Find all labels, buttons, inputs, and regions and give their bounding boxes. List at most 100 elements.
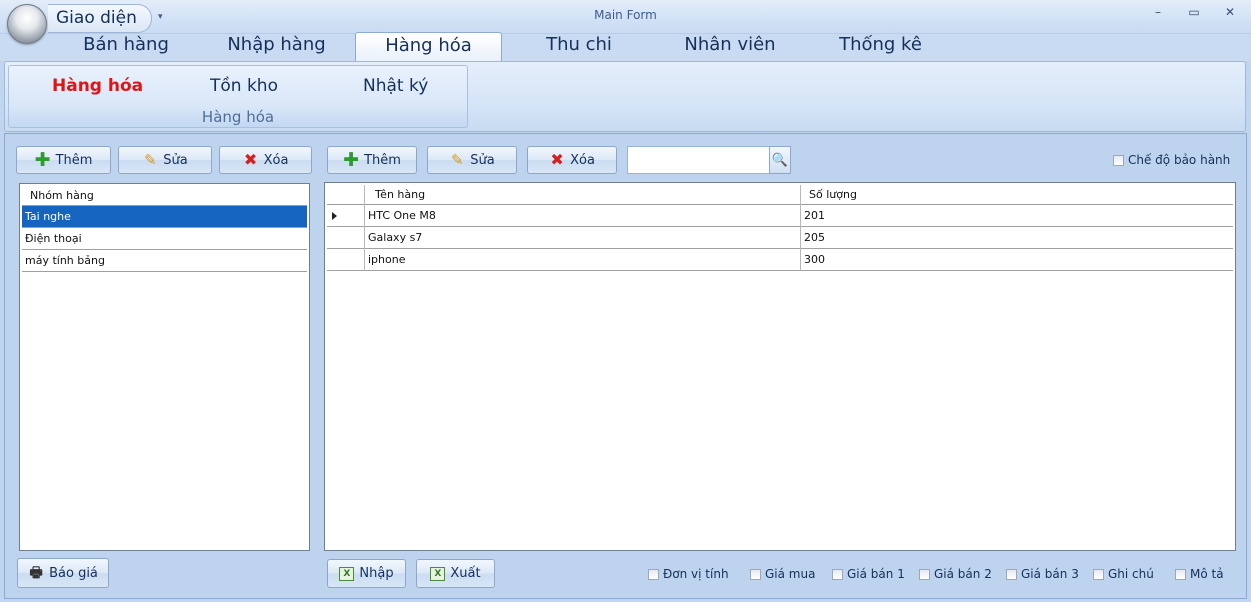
checkbox-box[interactable] xyxy=(1113,154,1124,166)
products-grid-header: Tên hàng Số lượng xyxy=(327,185,1233,205)
toggle-label: Giá bán 2 xyxy=(934,567,992,581)
group-name: Tai nghe xyxy=(25,210,71,223)
table-row[interactable]: iphone 300 xyxy=(327,249,1233,271)
warranty-mode-label: Chế độ bảo hành xyxy=(1128,153,1231,167)
toggle-label: Mô tả xyxy=(1190,567,1224,581)
toggle-gia-mua[interactable]: Giá mua xyxy=(750,567,815,581)
row-header[interactable] xyxy=(327,205,365,227)
table-row[interactable]: HTC One M8 201 xyxy=(327,205,1233,227)
ribbon-button-ton-kho[interactable]: Tồn kho xyxy=(210,76,278,96)
checkbox-box[interactable] xyxy=(919,568,930,580)
group-name: máy tính bảng xyxy=(25,254,105,267)
table-row[interactable]: Galaxy s7 205 xyxy=(327,227,1233,249)
toggle-ghi-chu[interactable]: Ghi chú xyxy=(1093,567,1154,581)
search-icon: 🔍 xyxy=(771,152,789,168)
row-header[interactable] xyxy=(327,249,365,271)
column-header-so-luong[interactable]: Số lượng xyxy=(801,185,1233,205)
toggle-mo-ta[interactable]: Mô tả xyxy=(1175,567,1224,581)
printer-icon: 🖶 xyxy=(29,565,43,581)
search-input[interactable] xyxy=(627,146,770,174)
ribbon-panel: Hàng hóa Tồn kho Nhật ký Hàng hóa xyxy=(4,61,1246,132)
checkbox-box[interactable] xyxy=(1175,568,1186,580)
add-group-button[interactable]: ✚ Thêm xyxy=(16,146,111,174)
edit-group-label: Sửa xyxy=(163,152,188,168)
tab-nhan-vien[interactable]: Nhân viên xyxy=(665,32,795,61)
ribbon-group-label: Hàng hóa xyxy=(201,108,275,126)
toggle-label: Đơn vị tính xyxy=(663,567,729,581)
edit-product-label: Sửa xyxy=(470,152,495,168)
column-header-ten-hang[interactable]: Tên hàng xyxy=(365,185,801,205)
export-label: Xuất xyxy=(450,566,481,581)
ribbon-tabs: Bán hàng Nhập hàng Hàng hóa Thu chi Nhân… xyxy=(0,32,1251,61)
quote-label: Báo giá xyxy=(49,565,98,581)
cell-so-luong[interactable]: 205 xyxy=(801,227,1233,249)
cell-ten-hang[interactable]: iphone xyxy=(365,249,801,271)
checkbox-box[interactable] xyxy=(1093,568,1104,580)
main-content: ✚ Thêm ✎ Sửa ✖ Xóa ✚ Thêm ✎ Sửa ✖ Xóa 🔍 … xyxy=(4,133,1247,599)
warranty-mode-checkbox[interactable]: Chế độ bảo hành xyxy=(1113,153,1230,167)
cell-ten-hang[interactable]: Galaxy s7 xyxy=(365,227,801,249)
toggle-don-vi-tinh[interactable]: Đơn vị tính xyxy=(648,567,729,581)
import-label: Nhập xyxy=(359,566,394,581)
search-button[interactable]: 🔍 xyxy=(769,146,791,174)
maximize-button[interactable]: ▭ xyxy=(1187,5,1201,19)
toggle-label: Giá mua xyxy=(765,567,816,581)
window-title: Main Form xyxy=(594,8,657,22)
application-orb-button[interactable] xyxy=(7,4,47,44)
toggle-label: Giá bán 3 xyxy=(1021,567,1079,581)
checkbox-box[interactable] xyxy=(832,568,843,580)
edit-product-button[interactable]: ✎ Sửa xyxy=(427,146,517,174)
delete-group-label: Xóa xyxy=(263,152,289,168)
list-item[interactable]: máy tính bảng xyxy=(22,250,307,272)
pencil-icon: ✎ xyxy=(143,151,157,169)
toggle-label: Giá bán 1 xyxy=(847,567,905,581)
delete-product-button[interactable]: ✖ Xóa xyxy=(527,146,617,174)
checkbox-box[interactable] xyxy=(1006,568,1017,580)
group-name: Điện thoại xyxy=(25,232,82,245)
import-button[interactable]: X Nhập xyxy=(327,559,406,588)
add-product-label: Thêm xyxy=(364,152,401,168)
close-button[interactable]: ✕ xyxy=(1223,5,1237,19)
checkbox-box[interactable] xyxy=(750,568,761,580)
delete-x-icon: ✖ xyxy=(243,150,258,169)
window-controls: – ▭ ✕ xyxy=(1151,5,1237,19)
delete-x-icon: ✖ xyxy=(550,150,564,169)
groups-grid-header: Nhóm hàng xyxy=(22,186,307,206)
ribbon-button-hang-hoa[interactable]: Hàng hóa xyxy=(52,76,143,96)
ribbon-group-hang-hoa: Hàng hóa Tồn kho Nhật ký Hàng hóa xyxy=(8,65,468,128)
column-header-nhom-hang[interactable]: Nhóm hàng xyxy=(22,186,307,206)
tab-thong-ke[interactable]: Thống kê xyxy=(818,32,943,61)
row-header[interactable] xyxy=(327,227,365,249)
ribbon-button-nhat-ky[interactable]: Nhật ký xyxy=(363,76,428,96)
cell-ten-hang[interactable]: HTC One M8 xyxy=(365,205,801,227)
pencil-icon: ✎ xyxy=(450,151,464,169)
add-product-button[interactable]: ✚ Thêm xyxy=(327,146,417,174)
cell-so-luong[interactable]: 201 xyxy=(801,205,1233,227)
quote-button[interactable]: 🖶 Báo giá xyxy=(17,558,109,588)
row-header-corner xyxy=(327,185,365,205)
toggle-gia-ban-1[interactable]: Giá bán 1 xyxy=(832,567,905,581)
excel-icon: X xyxy=(430,566,446,581)
toggle-label: Ghi chú xyxy=(1108,567,1154,581)
title-bar: Giao diện ▾ Main Form – ▭ ✕ xyxy=(0,0,1251,34)
toggle-gia-ban-3[interactable]: Giá bán 3 xyxy=(1006,567,1079,581)
delete-product-label: Xóa xyxy=(570,152,595,168)
checkbox-box[interactable] xyxy=(648,568,659,580)
add-group-label: Thêm xyxy=(55,152,93,168)
list-item[interactable]: Điện thoại xyxy=(22,228,307,250)
tab-hang-hoa[interactable]: Hàng hóa xyxy=(355,32,502,61)
plus-icon: ✚ xyxy=(34,149,51,171)
list-item[interactable]: Tai nghe xyxy=(22,206,307,228)
delete-group-button[interactable]: ✖ Xóa xyxy=(219,146,312,174)
minimize-button[interactable]: – xyxy=(1151,5,1165,19)
tab-nhap-hang[interactable]: Nhập hàng xyxy=(205,32,348,61)
cell-so-luong[interactable]: 300 xyxy=(801,249,1233,271)
current-row-arrow-icon xyxy=(332,212,337,220)
edit-group-button[interactable]: ✎ Sửa xyxy=(118,146,212,174)
tab-thu-chi[interactable]: Thu chi xyxy=(520,32,638,61)
plus-icon: ✚ xyxy=(343,149,360,171)
excel-icon: X xyxy=(339,566,355,581)
toggle-gia-ban-2[interactable]: Giá bán 2 xyxy=(919,567,992,581)
tab-ban-hang[interactable]: Bán hàng xyxy=(60,32,192,61)
export-button[interactable]: X Xuất xyxy=(416,559,495,588)
